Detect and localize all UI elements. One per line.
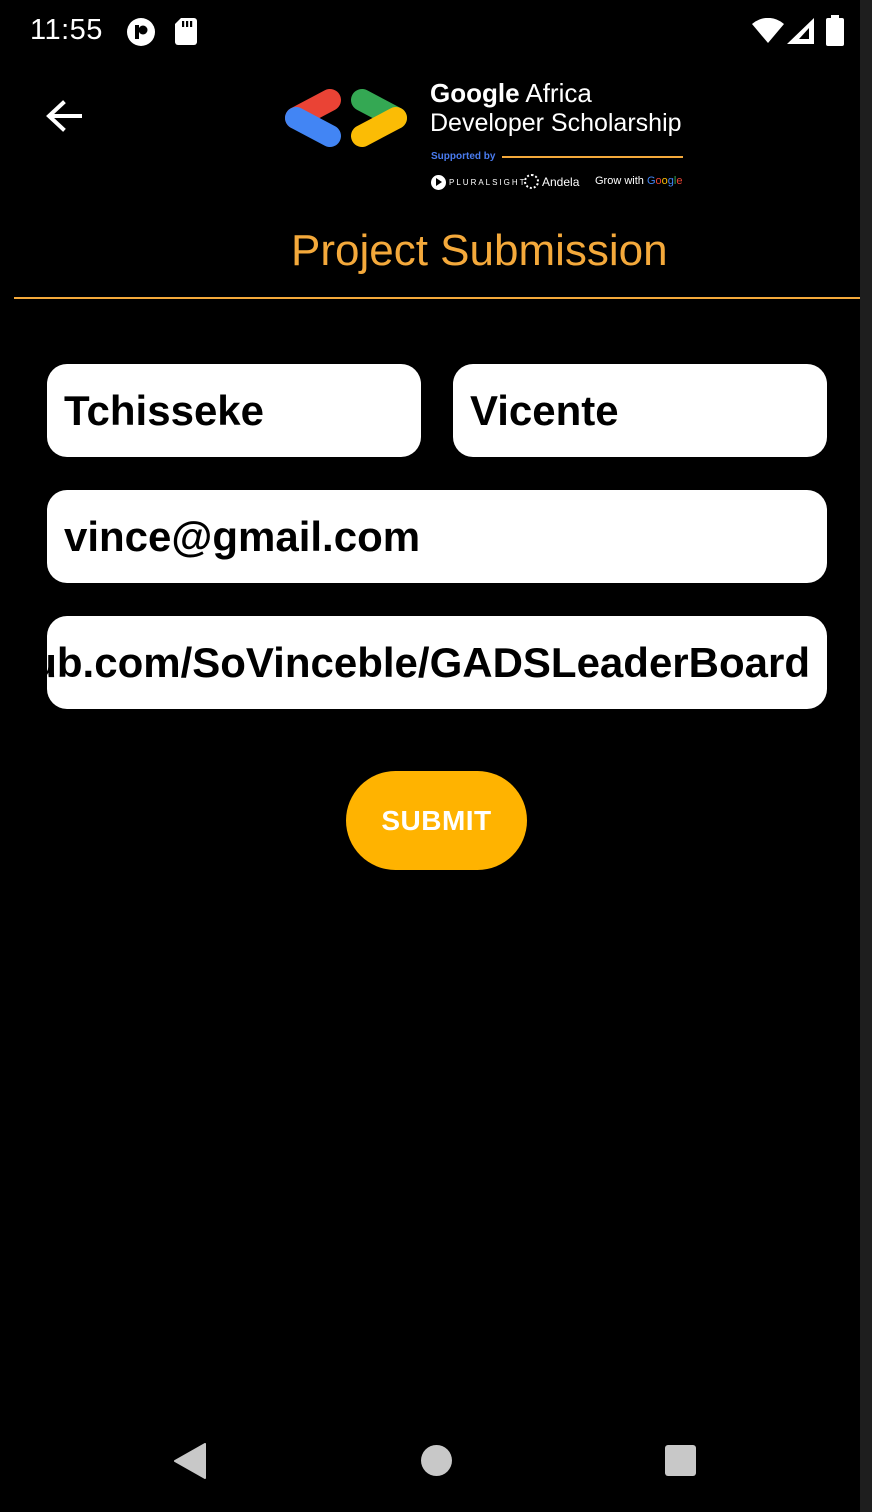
supported-by-divider [502,156,683,158]
sd-card-icon [175,18,197,50]
supported-by-label: Supported by [431,151,496,162]
gads-logo-mark [284,88,408,150]
pluralsight-label: PLURALSIGHT [449,178,527,188]
notification-app-icon [126,17,156,52]
title-divider [14,297,860,299]
google-letter: G [646,175,656,187]
status-bar: 11:55 [0,0,860,64]
first-name-field[interactable] [47,364,421,457]
status-time: 11:55 [30,14,103,46]
signal-icon [787,18,814,49]
partner-pluralsight: PLURALSIGHT [431,174,527,191]
last-name-field[interactable] [453,364,827,457]
email-field-container [47,490,827,583]
screen: 11:55 Google Africa Developer Scholarshi… [0,0,860,1512]
google-letter: e [676,175,683,187]
nav-back-button[interactable] [174,1443,206,1484]
nav-home-icon[interactable] [421,1445,452,1476]
screen-edge [860,0,872,1512]
nav-recents-icon[interactable] [665,1445,696,1476]
pluralsight-play-icon [431,175,446,191]
project-link-field-container [47,616,827,709]
andela-ring-icon [524,174,539,190]
logo-line1: Google Africa [430,78,592,109]
page-title: Project Submission [291,226,668,275]
partner-andela: Andela [524,173,579,191]
logo-line2: Developer Scholarship [430,109,682,137]
back-button[interactable] [38,92,88,142]
email-field[interactable] [47,490,827,583]
andela-label: Andela [542,174,580,189]
logo-google-word: Google [430,78,520,108]
first-name-field-container [47,364,421,457]
wifi-icon [752,17,784,49]
grow-with-label: Grow with [595,175,647,187]
arrow-left-icon [46,100,82,132]
page-title-container: Project Submission [0,226,860,282]
last-name-field-container [453,364,827,457]
nav-back-icon [174,1443,206,1479]
battery-icon [826,15,844,51]
chevron-logo-icon [285,89,407,147]
partner-grow-with-google: Grow with Google [595,175,682,187]
project-link-field[interactable] [47,616,827,709]
logo-africa-word: Africa [519,78,592,108]
submit-button[interactable]: SUBMIT [346,771,527,870]
